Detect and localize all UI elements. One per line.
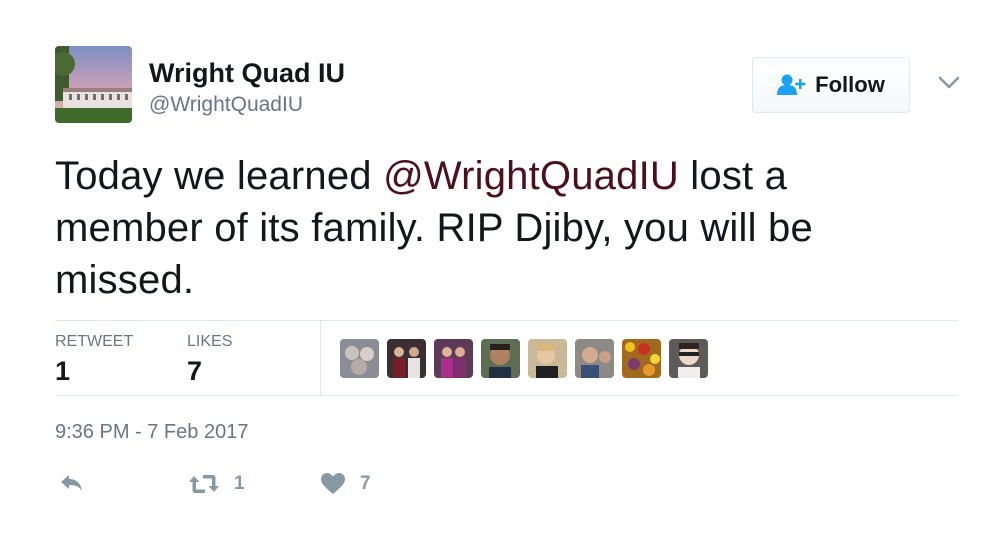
- follow-button[interactable]: Follow: [752, 57, 910, 113]
- author-handle[interactable]: @WrightQuadIU: [149, 93, 303, 117]
- mention-link[interactable]: @WrightQuadIU: [383, 154, 679, 198]
- liker-avatar[interactable]: [622, 339, 661, 378]
- retweet-stat-count[interactable]: 1: [55, 356, 70, 387]
- chevron-down-icon[interactable]: [938, 76, 960, 90]
- liker-avatar[interactable]: [434, 339, 473, 378]
- divider: [320, 321, 321, 395]
- divider: [55, 320, 958, 321]
- tweet-text: Today we learned @WrightQuadIU lost a me…: [55, 150, 935, 306]
- heart-icon: [320, 472, 346, 495]
- author-display-name[interactable]: Wright Quad IU: [149, 58, 345, 89]
- liker-avatar[interactable]: [481, 339, 520, 378]
- liker-avatar[interactable]: [387, 339, 426, 378]
- reply-button[interactable]: [58, 472, 84, 494]
- liker-avatar[interactable]: [575, 339, 614, 378]
- divider: [55, 395, 958, 396]
- reply-icon: [58, 472, 84, 494]
- retweet-stat-label[interactable]: RETWEET: [55, 333, 133, 351]
- tweet-timestamp[interactable]: 9:36 PM - 7 Feb 2017: [55, 421, 248, 444]
- follow-button-label: Follow: [815, 72, 885, 97]
- like-button[interactable]: 7: [320, 472, 371, 495]
- likes-stat-count[interactable]: 7: [187, 356, 202, 387]
- like-action-count: 7: [360, 472, 371, 494]
- retweet-action-count: 1: [234, 473, 245, 494]
- likers-avatar-list: [340, 339, 708, 378]
- add-user-icon: [777, 73, 807, 97]
- author-avatar[interactable]: [55, 46, 132, 123]
- liker-avatar[interactable]: [669, 339, 708, 378]
- likes-stat-label[interactable]: LIKES: [187, 333, 232, 351]
- liker-avatar[interactable]: [528, 339, 567, 378]
- liker-avatar[interactable]: [340, 339, 379, 378]
- retweet-button[interactable]: 1: [188, 472, 245, 496]
- tweet-text-part: Today we learned: [55, 154, 384, 198]
- retweet-icon: [188, 472, 220, 496]
- avatar-image: [55, 46, 132, 123]
